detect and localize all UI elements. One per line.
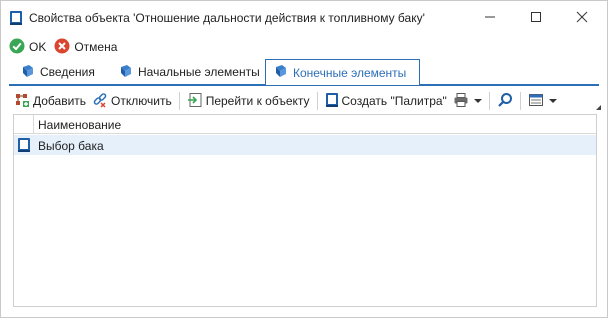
book-icon [325, 92, 339, 111]
minimize-icon [484, 11, 496, 26]
printer-icon [453, 92, 469, 111]
print-button[interactable] [450, 90, 485, 112]
disconnect-button[interactable]: Отключить [89, 90, 175, 112]
tab-label: Конечные элементы [293, 65, 407, 80]
elements-grid: Наименование Выбор бака [13, 114, 597, 307]
add-link-icon [14, 92, 30, 111]
close-icon [576, 11, 588, 26]
goto-arrow-icon [187, 92, 203, 111]
toolbar: Добавить Отключить Перейти к объекту Соз… [11, 89, 597, 113]
row-name-cell: Выбор бака [38, 139, 104, 153]
book-icon [274, 64, 288, 81]
tab-strip: Сведения Начальные элементы Конечные эле… [1, 59, 607, 86]
toolbar-separator [488, 92, 490, 110]
toolbar-overflow-icon[interactable] [596, 105, 601, 110]
minimize-button[interactable] [467, 1, 513, 35]
toolbar-separator [519, 92, 521, 110]
toolbar-separator [178, 92, 180, 110]
chevron-down-icon [473, 99, 482, 103]
create-label: Создать "Палитра" [341, 94, 447, 108]
tab-end-elements[interactable]: Конечные элементы [265, 59, 420, 85]
search-icon [497, 92, 513, 111]
column-header-name[interactable]: Наименование [38, 118, 121, 132]
book-icon [21, 64, 35, 81]
book-icon [17, 137, 31, 153]
row-indicator-header [14, 115, 34, 134]
tab-label: Начальные элементы [138, 65, 260, 79]
maximize-icon [530, 11, 542, 26]
tab-details[interactable]: Сведения [13, 59, 111, 85]
add-button[interactable]: Добавить [11, 90, 89, 112]
table-row[interactable]: Выбор бака [14, 135, 596, 155]
action-bar: OK Отмена [9, 38, 125, 56]
title-bar: Свойства объекта 'Отношение дальности де… [1, 1, 607, 35]
book-icon [119, 64, 133, 81]
view-options-button[interactable] [525, 90, 560, 112]
unlink-icon [92, 92, 108, 111]
add-label: Добавить [33, 94, 87, 108]
maximize-button[interactable] [513, 1, 559, 35]
cancel-x-icon [54, 38, 70, 57]
goto-label: Перейти к объекту [205, 94, 310, 108]
toolbar-separator [316, 92, 318, 110]
cancel-button[interactable]: Отмена [54, 38, 117, 57]
chevron-down-icon [548, 99, 557, 103]
goto-object-button[interactable]: Перейти к объекту [184, 90, 313, 112]
search-button[interactable] [494, 90, 516, 112]
tab-start-elements[interactable]: Начальные элементы [111, 59, 265, 85]
ok-label: OK [29, 40, 47, 54]
table-view-icon [528, 92, 544, 111]
properties-window: Свойства объекта 'Отношение дальности де… [0, 0, 608, 318]
checkmark-icon [9, 38, 25, 57]
close-button[interactable] [559, 1, 605, 35]
window-title: Свойства объекта 'Отношение дальности де… [29, 11, 425, 25]
disconnect-label: Отключить [111, 94, 172, 108]
grid-header: Наименование [14, 115, 596, 134]
tab-label: Сведения [40, 65, 95, 79]
ok-button[interactable]: OK [9, 38, 46, 57]
cancel-label: Отмена [74, 40, 118, 54]
object-book-icon [9, 10, 23, 26]
create-palette-button[interactable]: Создать "Палитра" [322, 90, 450, 112]
